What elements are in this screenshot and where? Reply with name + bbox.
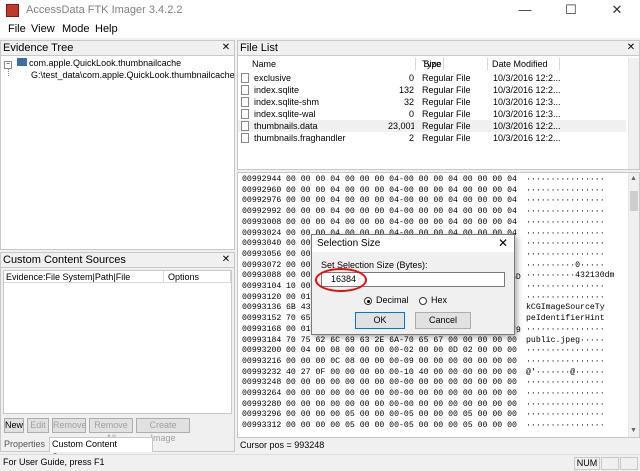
- file-date: 10/3/2016 12:2...: [493, 73, 561, 83]
- file-list-panel: File List ✕ Name Size Type Date Modified…: [237, 40, 640, 170]
- hex-label[interactable]: Hex: [431, 295, 447, 305]
- file-icon: [241, 85, 249, 95]
- highlight-circle: [315, 268, 367, 292]
- evidence-tree-panel: Evidence Tree ✕ − com.apple.QuickLook.th…: [0, 40, 235, 250]
- file-list-label: File List: [240, 42, 278, 54]
- file-list-title: File List: [238, 41, 639, 56]
- file-size: 132: [398, 85, 414, 95]
- tree-connector: [8, 68, 9, 76]
- close-button[interactable]: ✕: [594, 0, 640, 22]
- custom-content-panel: Custom Content Sources ✕ Evidence:File S…: [0, 252, 235, 462]
- cancel-button[interactable]: Cancel: [415, 312, 471, 329]
- column-name[interactable]: Name: [250, 58, 416, 70]
- tab-properties[interactable]: Properties: [4, 438, 45, 452]
- dialog-title: Selection Size: [312, 235, 514, 252]
- file-size: 0: [408, 109, 414, 119]
- status-cell-empty: [620, 457, 638, 470]
- menu-mode[interactable]: Mode: [62, 23, 90, 35]
- file-row[interactable]: thumbnails.data 23,001 Regular File 10/3/20…: [238, 120, 626, 132]
- column-evidence[interactable]: Evidence:File System|Path|File: [4, 271, 164, 283]
- custom-content-buttons: New Edit Remove Remove All Create Image: [4, 418, 232, 443]
- column-date[interactable]: Date Modified: [490, 58, 560, 70]
- file-type: Regular File: [422, 109, 471, 119]
- file-row[interactable]: index.sqlite 132 Regular File 10/3/2016 12:…: [238, 84, 626, 96]
- status-bar: For User Guide, press F1 NUM: [0, 454, 640, 471]
- close-icon[interactable]: ✕: [221, 254, 231, 265]
- remove-button[interactable]: Remove: [52, 418, 87, 433]
- file-list-header: Name Size Type Date Modified: [238, 58, 626, 70]
- decimal-radio[interactable]: [364, 297, 372, 305]
- evidence-tree-title: Evidence Tree: [1, 41, 234, 56]
- evidence-icon: [16, 58, 27, 66]
- status-text: For User Guide, press F1: [3, 457, 105, 467]
- selection-size-dialog: Selection Size ✕ Set Selection Size (Byt…: [311, 234, 515, 335]
- tree-root[interactable]: − com.apple.QuickLook.thumbnailcache: [4, 58, 181, 69]
- close-icon[interactable]: ✕: [626, 42, 636, 53]
- file-icon: [241, 73, 249, 83]
- app-icon: [6, 4, 19, 17]
- file-date: 10/3/2016 12:3...: [493, 109, 561, 119]
- file-type: Regular File: [422, 97, 471, 107]
- custom-content-title: Custom Content Sources: [1, 253, 234, 268]
- file-list-scrollbar[interactable]: [628, 58, 639, 169]
- file-date: 10/3/2016 12:2...: [493, 121, 561, 131]
- file-size: 0: [408, 73, 414, 83]
- decimal-label[interactable]: Decimal: [376, 295, 409, 305]
- file-row[interactable]: index.sqlite-wal 0 Regular File 10/3/2016 1…: [238, 108, 626, 120]
- create-image-button[interactable]: Create Image: [136, 418, 190, 443]
- file-size: 2: [408, 133, 414, 143]
- custom-content-header: Evidence:File System|Path|File Options: [4, 271, 231, 283]
- column-type[interactable]: Type: [418, 58, 488, 70]
- tree-root-label: com.apple.QuickLook.thumbnailcache: [29, 58, 182, 68]
- evidence-tree-label: Evidence Tree: [3, 42, 74, 54]
- menu-view[interactable]: View: [31, 23, 55, 35]
- maximize-button[interactable]: ☐: [548, 0, 594, 22]
- file-date: 10/3/2016 12:2...: [493, 85, 561, 95]
- dialog-close-icon[interactable]: ✕: [498, 236, 508, 250]
- ok-button[interactable]: OK: [355, 312, 405, 329]
- scroll-down-icon[interactable]: ▼: [630, 427, 637, 434]
- scroll-up-icon[interactable]: ▲: [630, 175, 637, 182]
- column-options[interactable]: Options: [166, 271, 231, 283]
- hex-scrollbar[interactable]: ▲ ▼: [628, 173, 639, 437]
- close-icon[interactable]: ✕: [221, 42, 231, 53]
- menu-file[interactable]: File: [8, 23, 26, 35]
- num-lock-indicator: NUM: [574, 457, 600, 470]
- file-type: Regular File: [422, 73, 471, 83]
- tree-child[interactable]: G:\test_data\com.apple.QuickLook.thumbna…: [31, 70, 235, 80]
- file-date: 10/3/2016 12:2...: [493, 133, 561, 143]
- file-icon: [241, 109, 249, 119]
- hex-offset: 00993312: [242, 421, 282, 431]
- remove-all-button[interactable]: Remove All: [89, 418, 133, 443]
- file-icon: [241, 133, 249, 143]
- hex-radio[interactable]: [419, 297, 427, 305]
- title-bar: AccessData FTK Imager 3.4.2.2 — ☐ ✕: [0, 0, 640, 22]
- file-size: 23,001: [388, 121, 414, 131]
- file-icon: [241, 121, 249, 131]
- hex-ascii: ················: [526, 421, 605, 431]
- scroll-thumb[interactable]: [630, 191, 638, 211]
- file-row[interactable]: index.sqlite-shm 32 Regular File 10/3/2016 …: [238, 96, 626, 108]
- file-row[interactable]: thumbnails.fraghandler 2 Regular File 10/3/…: [238, 132, 626, 144]
- file-type: Regular File: [422, 121, 471, 131]
- menu-bar: File View Mode Help: [0, 22, 640, 38]
- file-type: Regular File: [422, 133, 471, 143]
- file-icon: [241, 97, 249, 107]
- tree-child-label: G:\test_data\com.apple.QuickLook.thumbna…: [31, 70, 235, 80]
- file-row[interactable]: exclusive 0 Regular File 10/3/2016 12:2...: [238, 72, 626, 84]
- custom-content-list[interactable]: Evidence:File System|Path|File Options: [3, 270, 232, 414]
- file-size: 32: [403, 97, 414, 107]
- file-date: 10/3/2016 12:3...: [493, 97, 561, 107]
- edit-button[interactable]: Edit: [27, 418, 49, 433]
- new-button[interactable]: New: [4, 418, 24, 433]
- status-cell-empty: [601, 457, 619, 470]
- custom-content-label: Custom Content Sources: [3, 254, 126, 266]
- menu-help[interactable]: Help: [95, 23, 118, 35]
- minimize-button[interactable]: —: [502, 0, 548, 22]
- tab-custom-content-sources[interactable]: Custom Content Sources: [49, 437, 153, 462]
- hex-bytes: 00 00 00 00 05 00 00 00-05 00 00 00 05 0…: [286, 421, 517, 431]
- window-title: AccessData FTK Imager 3.4.2.2: [26, 4, 183, 16]
- file-type: Regular File: [422, 85, 471, 95]
- cursor-position: Cursor pos = 993248: [240, 440, 325, 450]
